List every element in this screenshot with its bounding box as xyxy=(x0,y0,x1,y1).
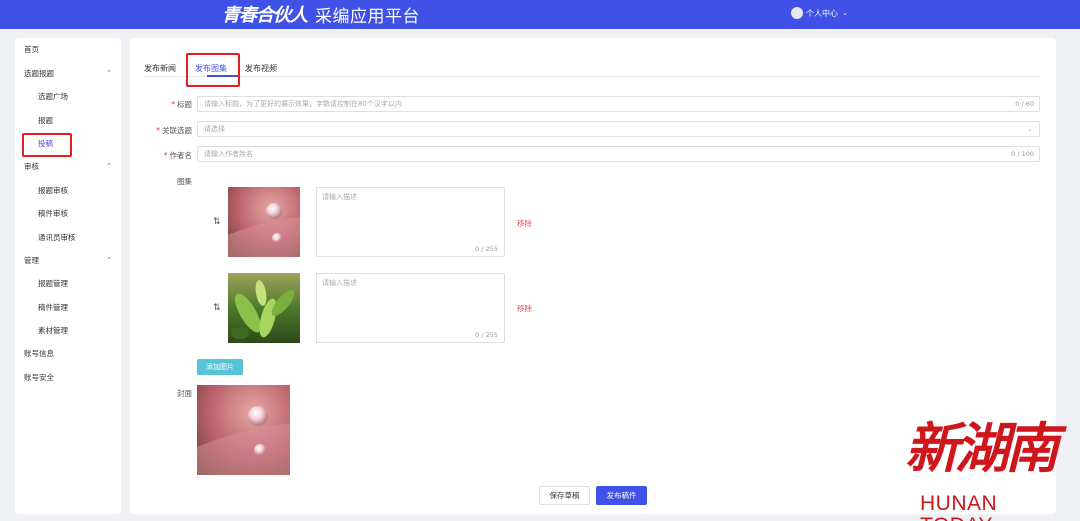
watermark-cn: 新湖南 xyxy=(905,416,1059,480)
sidebar: 首页 选题报题 ⌃ 选题广场 报题 投稿 审核 ⌃ 报题审核 稿件审核 通讯员审核 … xyxy=(15,38,121,514)
sidebar-item-label: 选题广场 xyxy=(38,91,68,101)
top-header: 青春合伙人 采编应用平台 个人中心 ⌄ xyxy=(0,0,1080,29)
author-label: * 作者名 xyxy=(163,151,192,160)
sidebar-item-label: 稿件管理 xyxy=(38,302,68,312)
tab-bar: 发布新闻 发布图集 发布视频 xyxy=(144,61,1041,77)
publish-button[interactable]: 发布稿件 xyxy=(596,486,647,505)
chevron-down-icon: ⌄ xyxy=(842,9,848,17)
watermark-en: HUNAN TODAY xyxy=(920,492,998,521)
title-input[interactable]: 请输入标题，为了更好的展示效果，字数请控制在80个汉字以内 0 / 60 xyxy=(197,96,1040,112)
author-placeholder: 请输入作者姓名 xyxy=(204,150,253,158)
sidebar-item-report-review[interactable]: 报题审核 xyxy=(15,182,121,198)
drag-sort-icon[interactable]: ⇅ xyxy=(213,217,221,227)
platform-logo[interactable]: 青春合伙人 采编应用平台 xyxy=(222,2,420,27)
save-draft-button[interactable]: 保存草稿 xyxy=(539,486,590,505)
tab-publish-video[interactable]: 发布视频 xyxy=(245,63,277,74)
gallery-desc-textarea-1[interactable]: 请输入描述 0 / 255 xyxy=(316,187,505,257)
user-menu[interactable]: 个人中心 ⌄ xyxy=(791,7,848,19)
chevron-up-icon: ⌃ xyxy=(106,69,112,77)
avatar xyxy=(791,7,803,19)
title-label: * 标题 xyxy=(171,100,192,109)
sidebar-item-label: 管理 xyxy=(24,255,39,265)
sidebar-item-report-manage[interactable]: 报题管理 xyxy=(15,275,121,291)
sidebar-item-label: 账号信息 xyxy=(24,348,54,358)
sidebar-item-manuscript-manage[interactable]: 稿件管理 xyxy=(15,299,121,315)
sidebar-item-label: 素材管理 xyxy=(38,325,68,335)
sidebar-item-label: 通讯员审核 xyxy=(38,232,76,242)
author-input[interactable]: 请输入作者姓名 0 / 100 xyxy=(197,146,1040,162)
hunan-today-watermark: 新湖南 HUNAN TODAY xyxy=(905,416,1075,521)
sidebar-item-label: 报题 xyxy=(38,115,53,125)
sidebar-group-topics[interactable]: 选题报题 ⌃ xyxy=(15,65,121,81)
cover-label: 封面 xyxy=(177,389,192,398)
annotation-highlight-gallery-tab xyxy=(186,53,240,87)
author-char-count: 0 / 100 xyxy=(1011,150,1034,158)
gallery-label: 图集 xyxy=(177,177,192,186)
annotation-highlight-submit xyxy=(22,133,72,157)
sidebar-item-label: 报题审核 xyxy=(38,185,68,195)
topic-select[interactable]: 请选择 ⌄ xyxy=(197,121,1040,137)
drag-sort-icon[interactable]: ⇅ xyxy=(213,303,221,313)
sidebar-item-correspondent-review[interactable]: 通讯员审核 xyxy=(15,229,121,245)
cover-image[interactable] xyxy=(197,385,290,475)
sidebar-group-review[interactable]: 审核 ⌃ xyxy=(15,158,121,174)
desc-char-count: 0 / 255 xyxy=(475,245,498,253)
chevron-up-icon: ⌃ xyxy=(106,162,112,170)
sidebar-item-topic-square[interactable]: 选题广场 xyxy=(15,88,121,104)
user-menu-label: 个人中心 xyxy=(806,8,838,18)
logo-script-text: 青春合伙人 xyxy=(222,5,308,26)
chevron-up-icon: ⌃ xyxy=(106,256,112,264)
title-char-count: 0 / 60 xyxy=(1015,100,1034,108)
desc-char-count: 0 / 255 xyxy=(475,331,498,339)
remove-image-button-2[interactable]: 移除 xyxy=(517,303,532,314)
sidebar-item-label: 账号安全 xyxy=(24,372,54,382)
title-placeholder: 请输入标题，为了更好的展示效果，字数请控制在80个汉字以内 xyxy=(204,100,402,108)
sidebar-item-account-security[interactable]: 账号安全 xyxy=(15,369,121,385)
chevron-down-icon: ⌄ xyxy=(1027,125,1033,133)
sidebar-group-manage[interactable]: 管理 ⌃ xyxy=(15,252,121,268)
platform-title: 采编应用平台 xyxy=(315,6,420,27)
tab-publish-news[interactable]: 发布新闻 xyxy=(144,63,176,74)
sidebar-item-material-manage[interactable]: 素材管理 xyxy=(15,322,121,338)
desc-placeholder: 请输入描述 xyxy=(322,279,357,287)
topic-label: * 关联选题 xyxy=(156,126,192,135)
sidebar-item-label: 稿件审核 xyxy=(38,208,68,218)
sidebar-item-manuscript-review[interactable]: 稿件审核 xyxy=(15,205,121,221)
gallery-image-1 xyxy=(228,187,300,257)
desc-placeholder: 请输入描述 xyxy=(322,193,357,201)
topic-placeholder: 请选择 xyxy=(204,125,225,133)
remove-image-button-1[interactable]: 移除 xyxy=(517,218,532,229)
sidebar-item-account-info[interactable]: 账号信息 xyxy=(15,345,121,361)
add-image-button[interactable]: 添加图片 xyxy=(197,359,243,375)
sidebar-item-label: 首页 xyxy=(24,44,39,54)
gallery-image-2 xyxy=(228,273,300,343)
sidebar-item-report[interactable]: 报题 xyxy=(15,112,121,128)
sidebar-item-label: 选题报题 xyxy=(24,68,54,78)
gallery-desc-textarea-2[interactable]: 请输入描述 0 / 255 xyxy=(316,273,505,343)
sidebar-item-label: 审核 xyxy=(24,161,39,171)
sidebar-item-label: 报题管理 xyxy=(38,278,68,288)
sidebar-item-home[interactable]: 首页 xyxy=(15,41,121,57)
